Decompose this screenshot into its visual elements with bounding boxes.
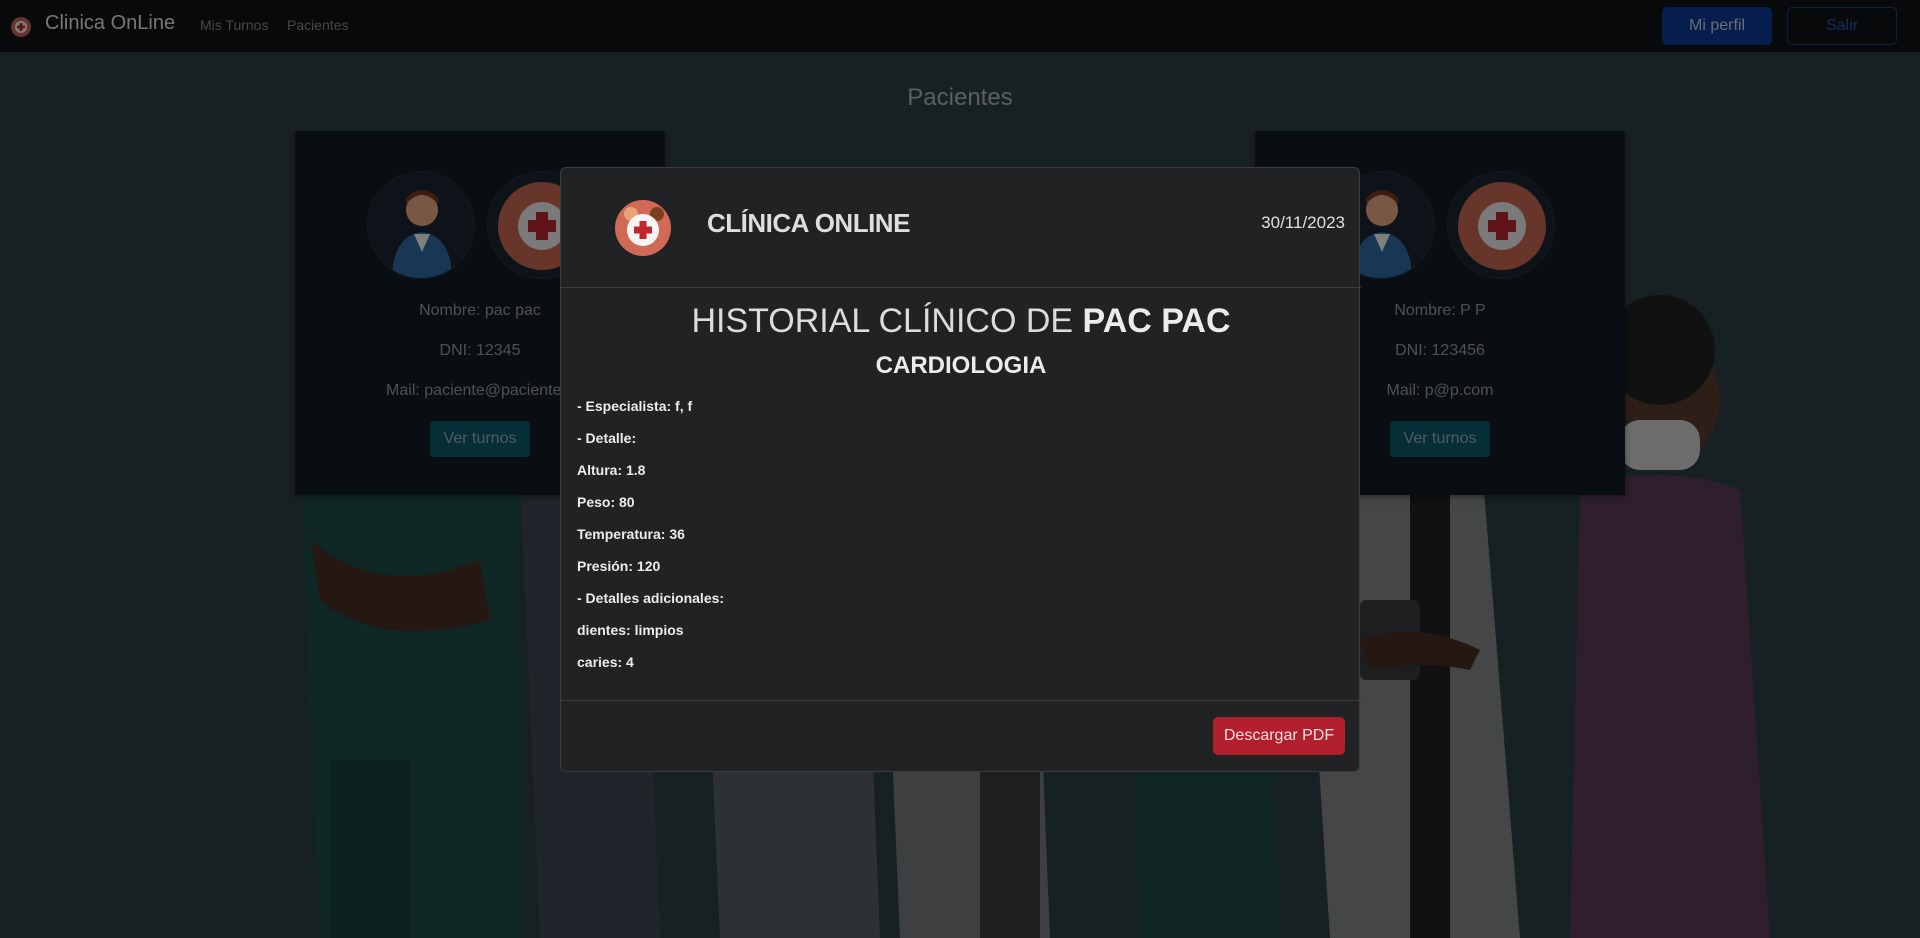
detail-line: Altura: 1.8 <box>577 462 646 478</box>
historial-patient-name: PAC PAC <box>1082 302 1231 340</box>
detail-line: dientes: limpios <box>577 622 684 638</box>
modal-brand: CLÍNICA ONLINE <box>707 208 910 238</box>
modal-date: 30/11/2023 <box>1261 213 1345 232</box>
clinic-logo-icon <box>615 200 671 256</box>
detail-line: caries: 4 <box>577 654 634 670</box>
historial-modal: CLÍNICA ONLINE 30/11/2023 HISTORIAL CLÍN… <box>560 167 1361 772</box>
detail-line: - Detalles adicionales: <box>577 590 725 606</box>
detail-line: Temperatura: 36 <box>577 526 685 542</box>
detail-line: - Especialista: f, f <box>577 398 693 414</box>
detail-line: Peso: 80 <box>577 494 635 510</box>
specialty-title: CARDIOLOGIA <box>875 352 1047 379</box>
modal-footer: Descargar PDF <box>561 700 1361 772</box>
detail-line: - Detalle: <box>577 430 637 446</box>
historial-title-prefix: HISTORIAL CLÍNICO DE <box>691 302 1083 340</box>
detail-line: Presión: 120 <box>577 558 661 574</box>
download-pdf-button[interactable]: Descargar PDF <box>1213 717 1345 755</box>
modal-header: CLÍNICA ONLINE 30/11/2023 <box>561 168 1361 288</box>
historial-title: HISTORIAL CLÍNICO DE PAC PAC <box>561 302 1361 341</box>
